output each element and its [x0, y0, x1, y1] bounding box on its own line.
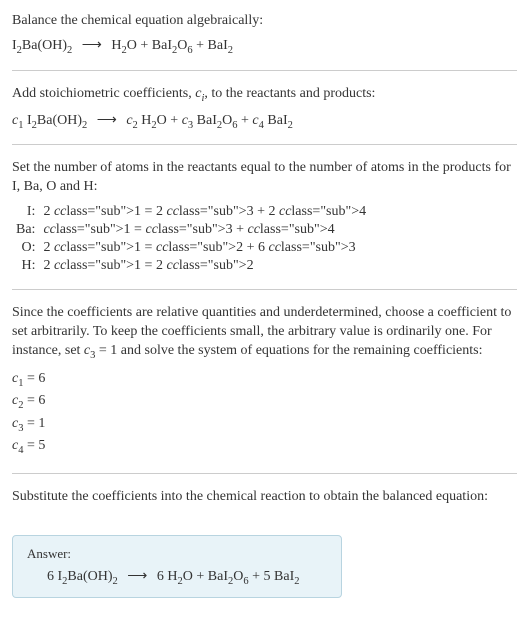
element-equation: cclass="sub">1 = cclass="sub">3 + cclass… [39, 221, 370, 239]
coef-c4: c4 = 5 [12, 436, 517, 458]
coefficient-solutions: c1 = 6 c2 = 6 c3 = 1 c4 = 5 [12, 369, 517, 459]
solve-intro: Since the coefficients are relative quan… [12, 304, 517, 363]
sp-H2O: H2O [141, 113, 167, 128]
element-equation: 2 cclass="sub">1 = 2 cclass="sub">2 [39, 257, 370, 275]
section-balance-intro: Balance the chemical equation algebraica… [12, 12, 517, 71]
section-substitute: Substitute the coefficients into the che… [12, 488, 517, 527]
atom-equation-row: I:2 cclass="sub">1 = 2 cclass="sub">3 + … [12, 203, 370, 221]
coef-c1: c1 = 6 [12, 369, 517, 391]
atom-equation-row: O:2 cclass="sub">1 = cclass="sub">2 + 6 … [12, 239, 370, 257]
sp-BaI2: BaI2 [208, 38, 233, 53]
answer-label: Answer: [27, 546, 327, 562]
arrow-icon: ⟶ [91, 113, 123, 128]
balance-intro-text: Balance the chemical equation algebraica… [12, 12, 517, 31]
substitute-intro: Substitute the coefficients into the che… [12, 488, 517, 507]
equation-unbalanced: I2Ba(OH)2 ⟶ H2O + BaI2O6 + BaI2 [12, 37, 517, 56]
sp-BaI2O6: BaI2O6 [197, 113, 238, 128]
sp-BaI2O6: BaI2O6 [208, 569, 249, 584]
atom-eq-intro: Set the number of atoms in the reactants… [12, 159, 517, 197]
sp-H2O: H2O [167, 569, 193, 584]
answer-box: Answer: 6 I2Ba(OH)2 ⟶ 6 H2O + BaI2O6 + 5… [12, 535, 342, 598]
element-equation: 2 cclass="sub">1 = 2 cclass="sub">3 + 2 … [39, 203, 370, 221]
element-label: Ba: [12, 221, 39, 239]
coef-intro-text: Add stoichiometric coefficients, ci, to … [12, 85, 517, 106]
arrow-icon: ⟶ [76, 38, 108, 53]
sp-I2BaOH2: I2Ba(OH)2 [27, 113, 87, 128]
sp-BaI2: BaI2 [267, 113, 292, 128]
arrow-icon: ⟶ [121, 569, 153, 584]
atom-equations-table: I:2 cclass="sub">1 = 2 cclass="sub">3 + … [12, 203, 370, 275]
balanced-equation: 6 I2Ba(OH)2 ⟶ 6 H2O + BaI2O6 + 5 BaI2 [27, 568, 327, 587]
coef-c3: c3 = 1 [12, 414, 517, 436]
sp-BaI2: BaI2 [274, 569, 299, 584]
element-label: I: [12, 203, 39, 221]
atom-equation-row: H:2 cclass="sub">1 = 2 cclass="sub">2 [12, 257, 370, 275]
sp-I2BaOH2: I2Ba(OH)2 [58, 569, 118, 584]
sp-H2O: H2O [111, 38, 137, 53]
atom-equation-row: Ba:cclass="sub">1 = cclass="sub">3 + ccl… [12, 221, 370, 239]
sp-BaI2O6: BaI2O6 [152, 38, 193, 53]
element-label: O: [12, 239, 39, 257]
section-solve-coefficients: Since the coefficients are relative quan… [12, 304, 517, 474]
sp-I2BaOH2: I2Ba(OH)2 [12, 38, 72, 53]
coef-c2: c2 = 6 [12, 391, 517, 413]
element-label: H: [12, 257, 39, 275]
element-equation: 2 cclass="sub">1 = cclass="sub">2 + 6 cc… [39, 239, 370, 257]
section-atom-equations: Set the number of atoms in the reactants… [12, 159, 517, 290]
section-add-coefficients: Add stoichiometric coefficients, ci, to … [12, 85, 517, 146]
equation-with-coefficients: c1 I2Ba(OH)2 ⟶ c2 H2O + c3 BaI2O6 + c4 B… [12, 112, 517, 131]
